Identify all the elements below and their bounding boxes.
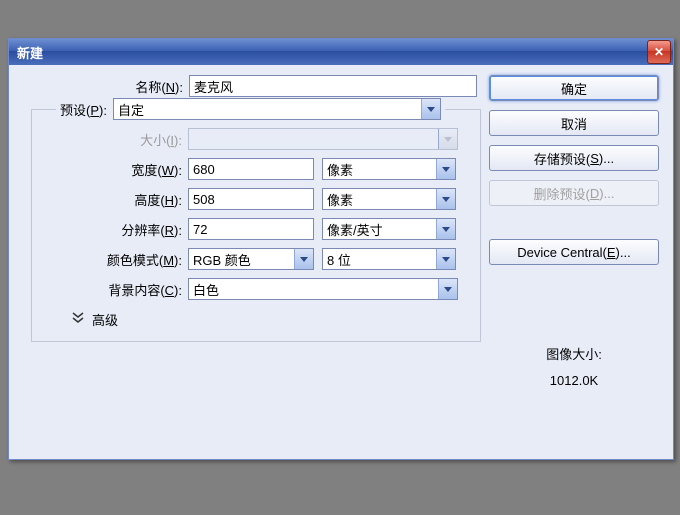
image-size: 图像大小: 1012.0K — [489, 344, 659, 388]
close-button[interactable]: ✕ — [647, 40, 671, 64]
size-row: 大小(I): — [32, 128, 480, 150]
background-label: 背景内容(C): — [32, 280, 188, 299]
chevrons-down-icon — [72, 312, 84, 327]
name-input[interactable] — [189, 75, 477, 97]
preset-fieldset: 预设(P): 自定 大小(I): — [31, 109, 481, 342]
width-input[interactable] — [188, 158, 314, 180]
device-central-button[interactable]: Device Central(E)... — [489, 239, 659, 265]
dialog-body: 名称(N): 预设(P): 自定 大小(I): — [9, 65, 673, 459]
bit-depth-dropdown[interactable]: 8 位 — [322, 248, 456, 270]
name-label: 名称(N): — [31, 77, 189, 96]
resolution-unit-value: 像素/英寸 — [327, 220, 383, 239]
background-dropdown[interactable]: 白色 — [188, 278, 458, 300]
bit-depth-value: 8 位 — [327, 250, 351, 269]
height-label: 高度(H): — [32, 190, 188, 209]
width-label: 宽度(W): — [32, 160, 188, 179]
color-mode-row: 颜色模式(M): RGB 颜色 8 位 — [32, 248, 480, 270]
size-dropdown — [188, 128, 458, 150]
resolution-input[interactable] — [188, 218, 314, 240]
color-mode-dropdown[interactable]: RGB 颜色 — [188, 248, 314, 270]
chevron-down-icon — [421, 99, 440, 119]
right-buttons: 确定 取消 存储预设(S)... 删除预设(D)... Device Centr… — [489, 75, 659, 388]
width-unit-dropdown[interactable]: 像素 — [322, 158, 456, 180]
background-value: 白色 — [193, 280, 219, 299]
height-unit-value: 像素 — [327, 190, 353, 209]
width-row: 宽度(W): 像素 — [32, 158, 480, 180]
chevron-down-icon — [438, 279, 457, 299]
height-row: 高度(H): 像素 — [32, 188, 480, 210]
chevron-down-icon — [436, 159, 455, 179]
advanced-label: 高级 — [92, 310, 118, 329]
new-document-dialog: 新建 ✕ 名称(N): 预设(P): 自定 — [8, 38, 674, 460]
color-mode-label: 颜色模式(M): — [32, 250, 188, 269]
chevron-down-icon — [294, 249, 313, 269]
image-size-value: 1012.0K — [489, 373, 659, 388]
background-row: 背景内容(C): 白色 — [32, 278, 480, 300]
preset-legend: 预设(P): 自定 — [56, 98, 445, 120]
chevron-down-icon — [436, 189, 455, 209]
preset-value: 自定 — [118, 100, 144, 119]
advanced-toggle[interactable]: 高级 — [72, 310, 480, 329]
delete-preset-button: 删除预设(D)... — [489, 180, 659, 206]
height-input[interactable] — [188, 188, 314, 210]
preset-label: 预设(P): — [60, 100, 113, 119]
chevron-down-icon — [436, 249, 455, 269]
size-label: 大小(I): — [32, 130, 188, 149]
ok-button[interactable]: 确定 — [489, 75, 659, 101]
close-icon: ✕ — [654, 46, 664, 58]
color-mode-value: RGB 颜色 — [193, 250, 251, 269]
window-title: 新建 — [17, 43, 43, 62]
resolution-row: 分辨率(R): 像素/英寸 — [32, 218, 480, 240]
resolution-unit-dropdown[interactable]: 像素/英寸 — [322, 218, 456, 240]
height-unit-dropdown[interactable]: 像素 — [322, 188, 456, 210]
chevron-down-icon — [436, 219, 455, 239]
image-size-label: 图像大小: — [489, 344, 659, 363]
preset-dropdown[interactable]: 自定 — [113, 98, 441, 120]
save-preset-button[interactable]: 存储预设(S)... — [489, 145, 659, 171]
width-unit-value: 像素 — [327, 160, 353, 179]
cancel-button[interactable]: 取消 — [489, 110, 659, 136]
titlebar[interactable]: 新建 ✕ — [9, 39, 673, 65]
resolution-label: 分辨率(R): — [32, 220, 188, 239]
chevron-down-icon — [438, 129, 457, 149]
